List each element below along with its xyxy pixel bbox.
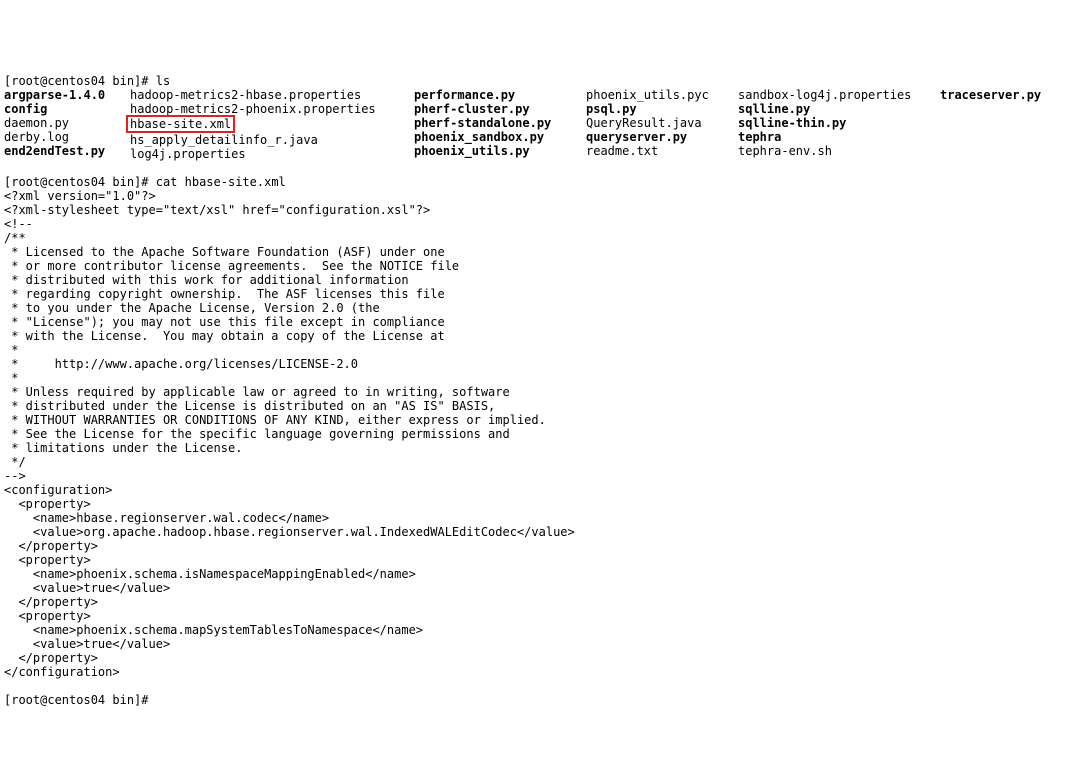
ls-col-2: performance.pypherf-cluster.pypherf-stan… (414, 88, 586, 161)
shell-prompt: [root@centos04 bin]# (4, 74, 156, 88)
file-entry: QueryResult.java (586, 116, 738, 130)
ls-col-5: traceserver.py (940, 88, 1041, 161)
ls-col-4: sandbox-log4j.propertiessqlline.pysqllin… (738, 88, 940, 161)
file-entry: pherf-cluster.py (414, 102, 586, 116)
ls-col-3: phoenix_utils.pycpsql.pyQueryResult.java… (586, 88, 738, 161)
file-entry: traceserver.py (940, 88, 1041, 102)
file-entry: sqlline-thin.py (738, 116, 940, 130)
file-entry: argparse-1.4.0 (4, 88, 130, 102)
file-entry: phoenix_utils.pyc (586, 88, 738, 102)
ls-col-1: hadoop-metrics2-hbase.propertieshadoop-m… (130, 88, 414, 161)
command-ls: ls (156, 74, 170, 88)
file-entry: readme.txt (586, 144, 738, 158)
file-entry: config (4, 102, 130, 116)
file-entry: performance.py (414, 88, 586, 102)
file-entry: sandbox-log4j.properties (738, 88, 940, 102)
file-entry: pherf-standalone.py (414, 116, 586, 130)
file-entry: phoenix_utils.py (414, 144, 586, 158)
file-entry: phoenix_sandbox.py (414, 130, 586, 144)
file-entry: tephra (738, 130, 940, 144)
ls-col-0: argparse-1.4.0configdaemon.pyderby.logen… (4, 88, 130, 161)
file-contents: <?xml version="1.0"?> <?xml-stylesheet t… (4, 189, 1069, 679)
file-entry: sqlline.py (738, 102, 940, 116)
command-cat: cat hbase-site.xml (156, 175, 286, 189)
ls-listing: argparse-1.4.0configdaemon.pyderby.logen… (4, 88, 1069, 161)
shell-prompt: [root@centos04 bin]# (4, 693, 156, 707)
file-entry: derby.log (4, 130, 130, 144)
file-entry: log4j.properties (130, 147, 414, 161)
terminal-output: [root@centos04 bin]# ls argparse-1.4.0co… (4, 60, 1069, 707)
file-entry: end2endTest.py (4, 144, 130, 158)
file-entry: tephra-env.sh (738, 144, 940, 158)
file-entry: hbase-site.xml (130, 116, 414, 133)
file-entry: hs_apply_detailinfo_r.java (130, 133, 414, 147)
shell-prompt: [root@centos04 bin]# (4, 175, 156, 189)
file-entry: queryserver.py (586, 130, 738, 144)
file-entry: psql.py (586, 102, 738, 116)
file-entry: hadoop-metrics2-hbase.properties (130, 88, 414, 102)
file-entry: daemon.py (4, 116, 130, 130)
file-entry: hadoop-metrics2-phoenix.properties (130, 102, 414, 116)
